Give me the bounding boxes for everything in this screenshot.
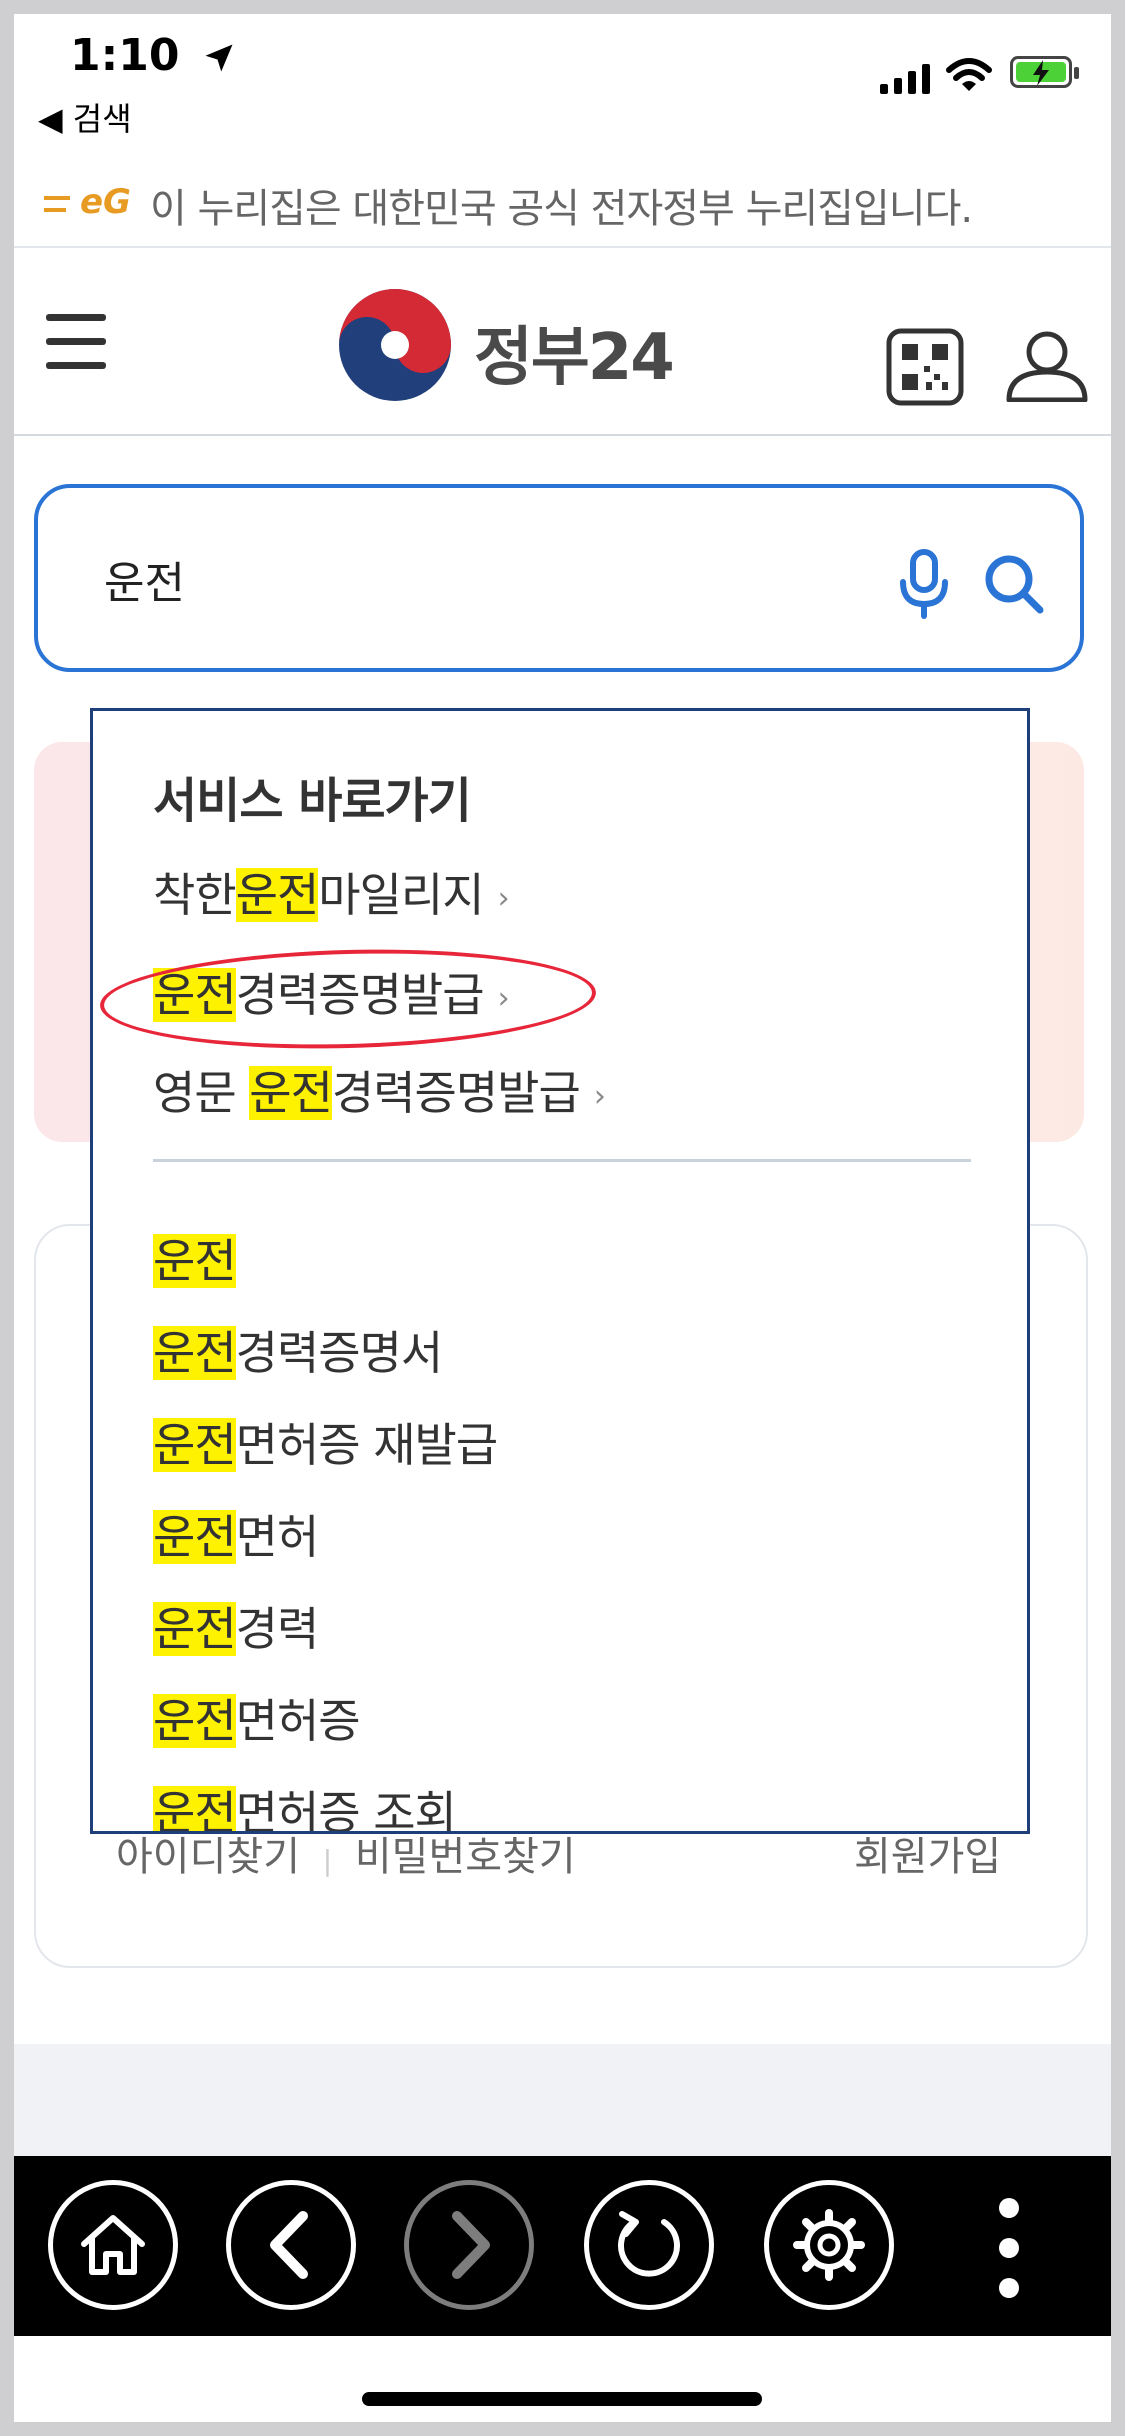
battery-tip — [1074, 67, 1079, 79]
settings-button[interactable] — [764, 2180, 894, 2310]
back-to-search-link[interactable]: ◀ 검색 — [38, 94, 132, 140]
reload-button[interactable] — [584, 2180, 714, 2310]
suggestion-item[interactable]: 운전경력증명서 — [153, 1317, 443, 1383]
microphone-icon[interactable] — [898, 548, 950, 620]
gear-icon — [793, 2209, 865, 2281]
dropdown-divider — [153, 1159, 971, 1162]
shortcut-item[interactable]: 착한운전마일리지 › — [153, 859, 510, 925]
link-separator: | — [322, 1844, 333, 1877]
home-icon — [81, 2215, 145, 2275]
autocomplete-dropdown: 서비스 바로가기 착한운전마일리지 › 운전경력증명발급 › 영문 운전경력증명발급… — [90, 708, 1030, 1834]
suggestion-item[interactable]: 운전경력 — [153, 1593, 319, 1659]
shortcut-section-title: 서비스 바로가기 — [153, 773, 472, 829]
egov-logo: eG — [44, 182, 131, 222]
shortcut-item[interactable]: 영문 운전경력증명발급 › — [153, 1057, 606, 1123]
suggestion-item[interactable]: 운전 — [153, 1225, 237, 1291]
suggestion-item[interactable]: 운전면허증 재발급 — [153, 1409, 498, 1475]
location-arrow-icon — [205, 44, 233, 72]
site-header: 정부24 — [14, 248, 1111, 436]
site-logo-text[interactable]: 정부24 — [474, 306, 675, 398]
suggestion-item[interactable]: 운전면허증 조회 — [153, 1777, 457, 1831]
wifi-icon — [946, 58, 992, 91]
battery-charging-icon — [1010, 56, 1072, 88]
egov-notice-bar: eG 이 누리집은 대한민국 공식 전자정부 누리집입니다. — [14, 154, 1111, 248]
chevron-right-icon: › — [497, 881, 510, 916]
signal-bars-icon — [880, 62, 936, 94]
home-indicator[interactable] — [362, 2392, 762, 2406]
suggestion-item[interactable]: 운전면허 — [153, 1501, 319, 1567]
chevron-right-icon — [452, 2211, 490, 2279]
search-box — [34, 484, 1084, 672]
status-time: 1:10 — [70, 30, 237, 81]
search-icon[interactable] — [982, 552, 1046, 616]
hamburger-menu-icon[interactable] — [46, 314, 106, 370]
forward-button[interactable] — [404, 2180, 534, 2310]
search-input[interactable] — [102, 546, 886, 612]
phone-screen: 1:10 ◀ 검색 eG 이 누리집은 대한민국 공식 전자정부 누리집입니다. — [14, 14, 1111, 2422]
find-id-link[interactable]: 아이디찾기 — [116, 1834, 300, 1880]
egov-notice-text: 이 누리집은 대한민국 공식 전자정부 누리집입니다. — [150, 186, 973, 232]
chevron-left-icon — [270, 2211, 308, 2279]
back-button[interactable] — [226, 2180, 356, 2310]
find-password-link[interactable]: 비밀번호찾기 — [355, 1834, 576, 1880]
more-vertical-icon[interactable] — [994, 2196, 1024, 2300]
qr-code-icon[interactable] — [886, 328, 964, 406]
user-icon[interactable] — [1004, 330, 1090, 402]
browser-toolbar — [14, 2156, 1111, 2336]
home-button[interactable] — [48, 2180, 178, 2310]
suggestion-item[interactable]: 운전면허증 — [153, 1685, 361, 1751]
reload-icon — [618, 2211, 680, 2277]
taegeuk-emblem-icon — [339, 289, 451, 401]
chevron-right-icon: › — [593, 1079, 606, 1114]
section-band — [14, 2044, 1111, 2164]
